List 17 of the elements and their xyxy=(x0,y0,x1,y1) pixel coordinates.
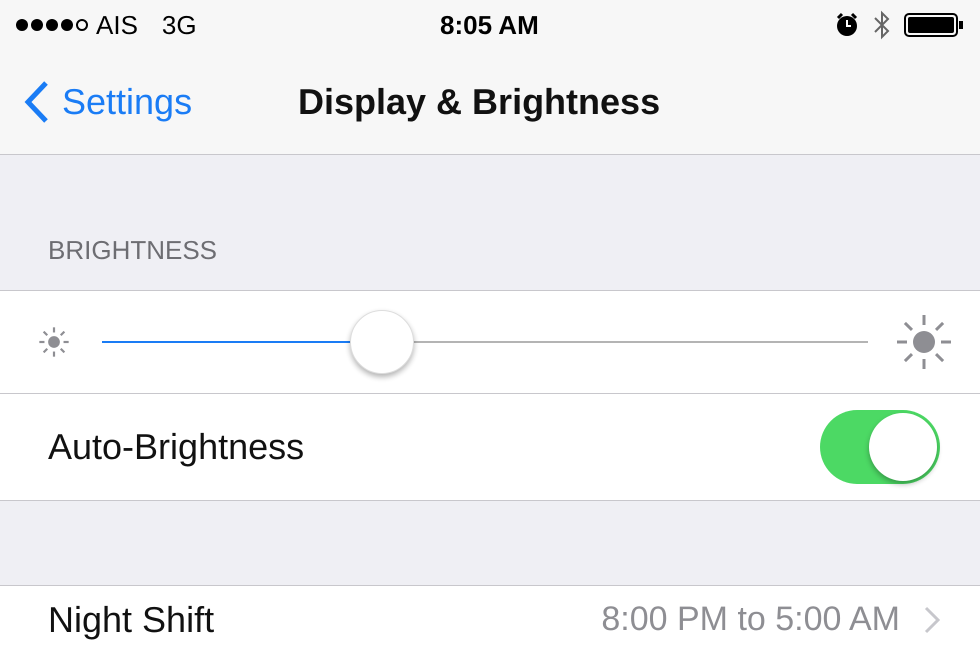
carrier-name: AIS xyxy=(96,8,138,42)
battery-icon xyxy=(904,12,964,38)
network-type: 3G xyxy=(162,8,197,42)
sun-icon xyxy=(894,312,954,372)
back-button[interactable]: Settings xyxy=(24,75,192,129)
night-shift-label: Night Shift xyxy=(48,598,214,642)
auto-brightness-label: Auto-Brightness xyxy=(48,425,304,469)
chevron-left-icon xyxy=(24,80,50,124)
slider-thumb[interactable] xyxy=(350,310,414,374)
brightness-slider[interactable] xyxy=(102,310,868,374)
section-header: BRIGHTNESS xyxy=(48,234,218,267)
bluetooth-icon xyxy=(872,10,892,40)
night-shift-schedule: 8:00 PM to 5:00 AM xyxy=(601,599,900,640)
chevron-right-icon xyxy=(924,606,940,634)
page-title: Display & Brightness xyxy=(298,80,660,124)
status-time: 8:05 AM xyxy=(440,8,539,42)
alarm-clock-icon xyxy=(834,12,860,38)
